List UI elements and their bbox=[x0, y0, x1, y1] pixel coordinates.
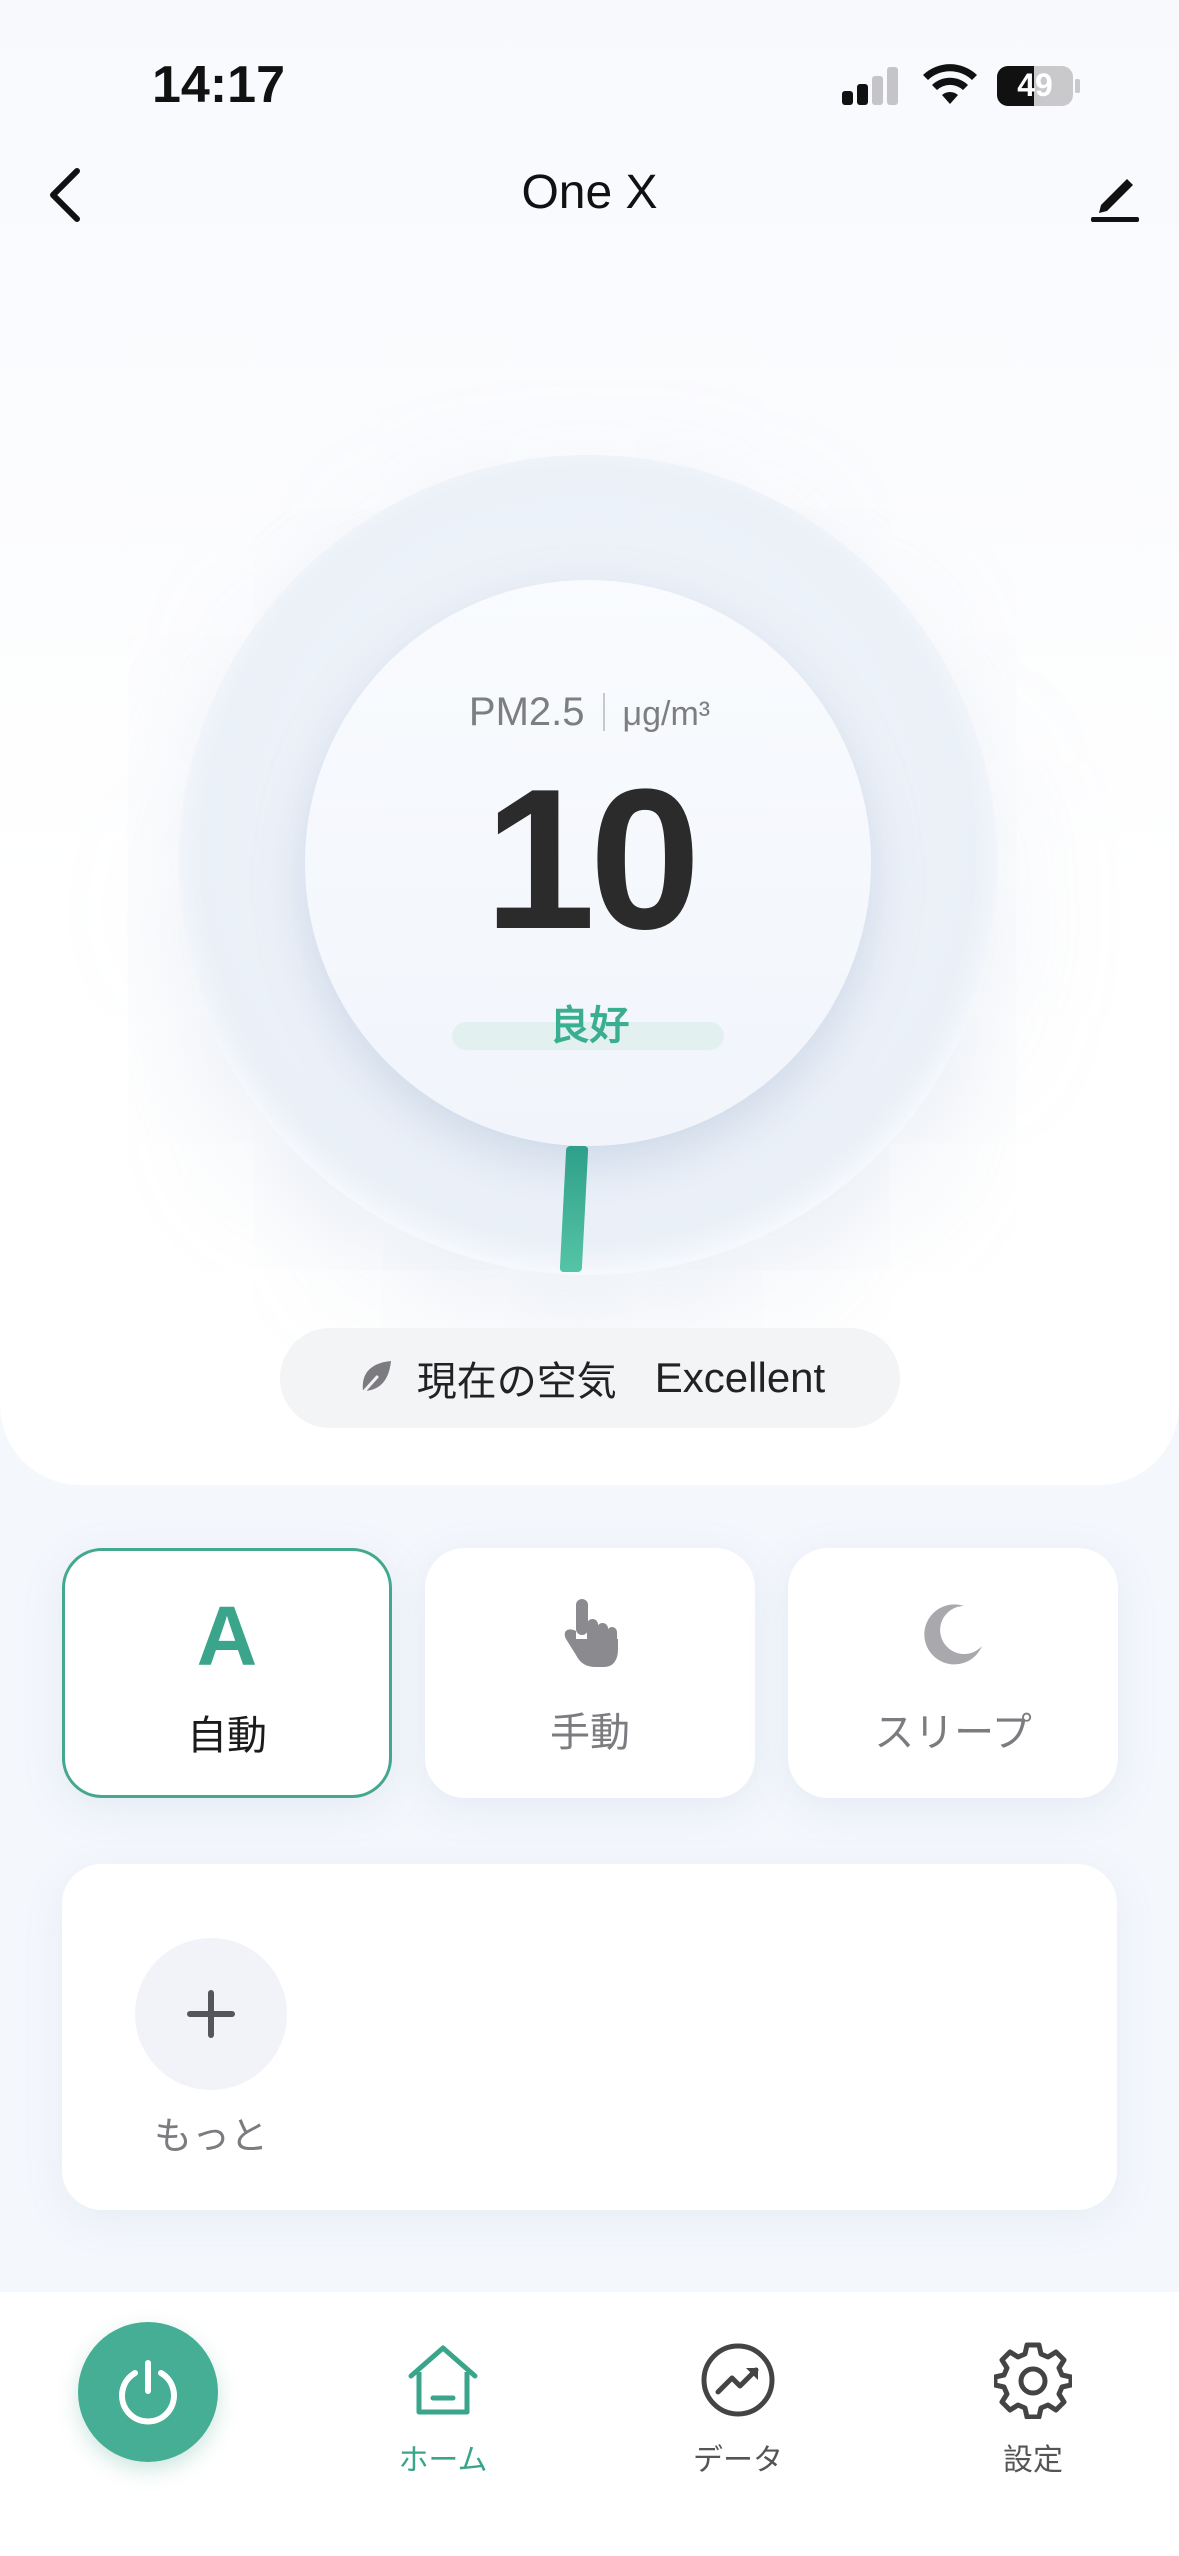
divider bbox=[602, 693, 605, 731]
pm-value: 10 bbox=[484, 748, 700, 971]
moon-icon bbox=[924, 1604, 982, 1665]
edit-button[interactable] bbox=[1080, 160, 1150, 230]
mode-label: スリープ bbox=[874, 1710, 1032, 1756]
tab-label: 設定 bbox=[1003, 2443, 1063, 2478]
current-air-badge: 現在の空気 Excellent bbox=[280, 1328, 900, 1428]
battery-tip bbox=[1075, 79, 1080, 93]
auto-a-icon: A bbox=[196, 1589, 258, 1683]
tab-settings[interactable]: 設定 bbox=[933, 2335, 1133, 2479]
mode-manual-button[interactable]: 手動 bbox=[425, 1548, 755, 1798]
hand-pointer-icon bbox=[564, 1599, 618, 1667]
wifi-icon bbox=[923, 64, 977, 104]
battery-icon: 49 bbox=[997, 66, 1073, 106]
mode-sleep-button[interactable]: スリープ bbox=[788, 1548, 1118, 1798]
battery-level: 49 bbox=[1017, 67, 1053, 103]
pm-unit: μg/m³ bbox=[622, 695, 711, 733]
cellular-signal-icon bbox=[842, 65, 900, 105]
gear-icon bbox=[994, 2342, 1072, 2419]
more-button[interactable] bbox=[135, 1938, 287, 2090]
home-icon bbox=[408, 2345, 478, 2415]
tab-data[interactable]: データ bbox=[638, 2335, 838, 2479]
pm-label-row: PM2.5 μg/m³ bbox=[0, 690, 1179, 735]
leaf-icon bbox=[357, 1361, 391, 1399]
pencil-icon bbox=[1091, 179, 1139, 222]
mode-auto-button[interactable]: A 自動 bbox=[62, 1548, 392, 1798]
pm-label: PM2.5 bbox=[468, 690, 585, 734]
plus-icon bbox=[187, 1990, 235, 2038]
screen: 14:17 49 One X PM2.5 μg/m³ 10 良好 現在の空気 E… bbox=[0, 0, 1179, 2556]
quality-label: 良好 bbox=[549, 1003, 630, 1049]
tab-label: データ bbox=[693, 2443, 783, 2478]
status-time: 14:17 bbox=[152, 56, 285, 114]
page-title: One X bbox=[521, 166, 658, 219]
power-button[interactable] bbox=[78, 2322, 218, 2462]
tab-label: ホーム bbox=[398, 2443, 488, 2478]
mode-label: 手動 bbox=[550, 1710, 630, 1756]
mode-label: 自動 bbox=[187, 1713, 267, 1759]
power-icon bbox=[119, 2360, 177, 2425]
current-air-label: 現在の空気 bbox=[416, 1359, 617, 1405]
tab-home[interactable]: ホーム bbox=[343, 2335, 543, 2479]
chart-trend-icon bbox=[701, 2343, 775, 2417]
more-label: もっと bbox=[153, 2114, 268, 2158]
current-air-value: Excellent bbox=[654, 1354, 826, 1401]
